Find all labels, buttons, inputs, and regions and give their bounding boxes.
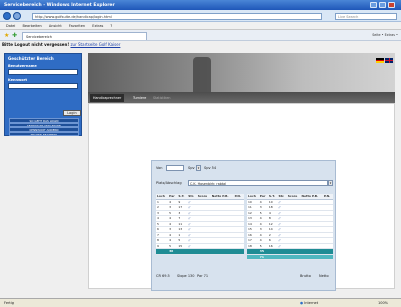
back-button[interactable]	[3, 12, 11, 20]
sum-cell	[210, 248, 234, 255]
sum-row: 36	[156, 248, 244, 255]
login-sidebar: Geschützter Bereich Benutzername Kennwor…	[4, 53, 82, 136]
club-select[interactable]: C.K. Hosenbirk: rabtal	[188, 180, 328, 186]
sum-cell	[267, 254, 278, 260]
username-field[interactable]	[8, 69, 78, 75]
window-titlebar: Servicebereich - Windows Internet Explor…	[0, 0, 401, 10]
sum-row: 71	[247, 254, 333, 260]
scorecard-panel: Von Spv ▾ Spv 54 Platz/Abschlag C.K. Hos…	[151, 160, 336, 291]
spv-dropdown[interactable]: ▾	[196, 165, 201, 171]
menu-bearbeiten[interactable]: Bearbeiten	[22, 24, 41, 28]
sum-cell: 71	[258, 254, 268, 260]
netto-label: Netto	[319, 274, 329, 278]
course-par: Par 71	[197, 274, 209, 278]
favorites-star-icon[interactable]: ★	[4, 32, 9, 39]
sum-cell	[300, 254, 323, 260]
close-button[interactable]	[388, 2, 395, 8]
search-input[interactable]: Live Search	[335, 12, 397, 20]
brutto-label: Brutto	[300, 274, 311, 278]
tab-statistiken[interactable]: Statistiken	[150, 94, 173, 102]
flag-stripe	[376, 61, 384, 63]
address-toolbar: http://www.golfsuite.de/handicap/login.h…	[0, 10, 401, 22]
status-bar: Fertig ● Internet 100%	[0, 298, 401, 307]
page-viewport: Bitte Logout nicht vergessen! zur Starts…	[0, 41, 401, 306]
globe-icon: ●	[300, 301, 304, 305]
tab-label: Servicebereich	[26, 34, 52, 39]
tab-turniere[interactable]: Turniere	[130, 94, 149, 102]
status-text: Fertig	[4, 301, 14, 305]
club-value: C.K. Hosenbirk: rabtal	[190, 181, 227, 186]
sidebar-header: Geschützter Bereich	[8, 56, 54, 61]
forward-button[interactable]	[13, 12, 21, 20]
maximize-button[interactable]	[379, 2, 386, 8]
club-label: Platz/Abschlag	[156, 181, 182, 185]
menu-favoriten[interactable]: Favoriten	[69, 24, 85, 28]
flag-stripe	[388, 58, 390, 63]
sidebar-link-check[interactable]: PRUFEN NEXTBETS	[9, 131, 79, 136]
sum-cell	[233, 248, 244, 255]
menu-bar: Datei Bearbeiten Ansicht Favoriten Extra…	[0, 22, 401, 30]
sum-cell	[322, 254, 333, 260]
german-flag-icon[interactable]	[376, 58, 384, 63]
back-nine-table: Loch Par S.T. Str. Score Netto P.B. P.N. 10 4 10…	[247, 194, 333, 260]
tab-handicaprechner[interactable]: Handicaprechner	[90, 94, 125, 102]
zoom-level[interactable]: 100%	[378, 301, 388, 305]
sum-cell	[277, 254, 287, 260]
logout-notice: Bitte Logout nicht vergessen! zur Starts…	[2, 42, 120, 47]
front-nine-table: Loch Par S.T. Str. Score Netto P.B. P.N. 1 4 9//…	[156, 194, 244, 255]
internet-zone: ● Internet	[300, 301, 318, 305]
password-label: Kennwort	[8, 78, 28, 82]
home-link[interactable]: zur Startseite Golf Kaiser	[70, 42, 120, 47]
login-button[interactable]: Login	[63, 110, 81, 116]
minimize-button[interactable]	[370, 2, 377, 8]
tab-bar: ★ ✚ Servicebereich Seite • Extras •	[0, 30, 401, 41]
spv-value: Spv 54	[204, 166, 217, 170]
url-input[interactable]: http://www.golfsuite.de/handicap/login.h…	[32, 12, 322, 20]
password-field[interactable]	[8, 83, 78, 89]
sum-cell	[187, 248, 197, 255]
sum-cell	[177, 248, 188, 255]
menu-help[interactable]: ?	[110, 24, 112, 28]
slope-rating: Slope 130	[177, 274, 195, 278]
sum-cell	[196, 248, 211, 255]
window-title: Servicebereich - Windows Internet Explor…	[4, 2, 115, 8]
uk-flag-icon[interactable]	[385, 58, 393, 63]
course-rating: CR 69.5	[156, 274, 170, 278]
logout-text: Bitte Logout nicht vergessen!	[2, 42, 70, 47]
tab-servicebereich[interactable]: Servicebereich	[22, 32, 147, 40]
menu-ansicht[interactable]: Ansicht	[49, 24, 62, 28]
username-label: Benutzername	[8, 64, 37, 68]
nav-tabs: Handicaprechner Turniere Statistiken	[88, 92, 395, 103]
sum-cell	[247, 254, 259, 260]
club-dropdown-arrow[interactable]: ▾	[328, 180, 333, 186]
von-label: Von	[156, 166, 163, 170]
sum-cell: 36	[168, 248, 178, 255]
golfer-image	[193, 57, 211, 97]
main-content: Von Spv ▾ Spv 54 Platz/Abschlag C.K. Hos…	[88, 103, 395, 306]
zone-label: Internet	[304, 301, 319, 305]
sum-cell	[156, 248, 169, 255]
menu-datei[interactable]: Datei	[6, 24, 15, 28]
von-input[interactable]	[166, 165, 184, 171]
add-favorite-icon[interactable]: ✚	[12, 32, 17, 39]
command-bar[interactable]: Seite • Extras •	[372, 33, 398, 37]
menu-extras[interactable]: Extras	[92, 24, 103, 28]
sum-cell	[286, 254, 301, 260]
spv-label: Spv	[188, 166, 195, 170]
